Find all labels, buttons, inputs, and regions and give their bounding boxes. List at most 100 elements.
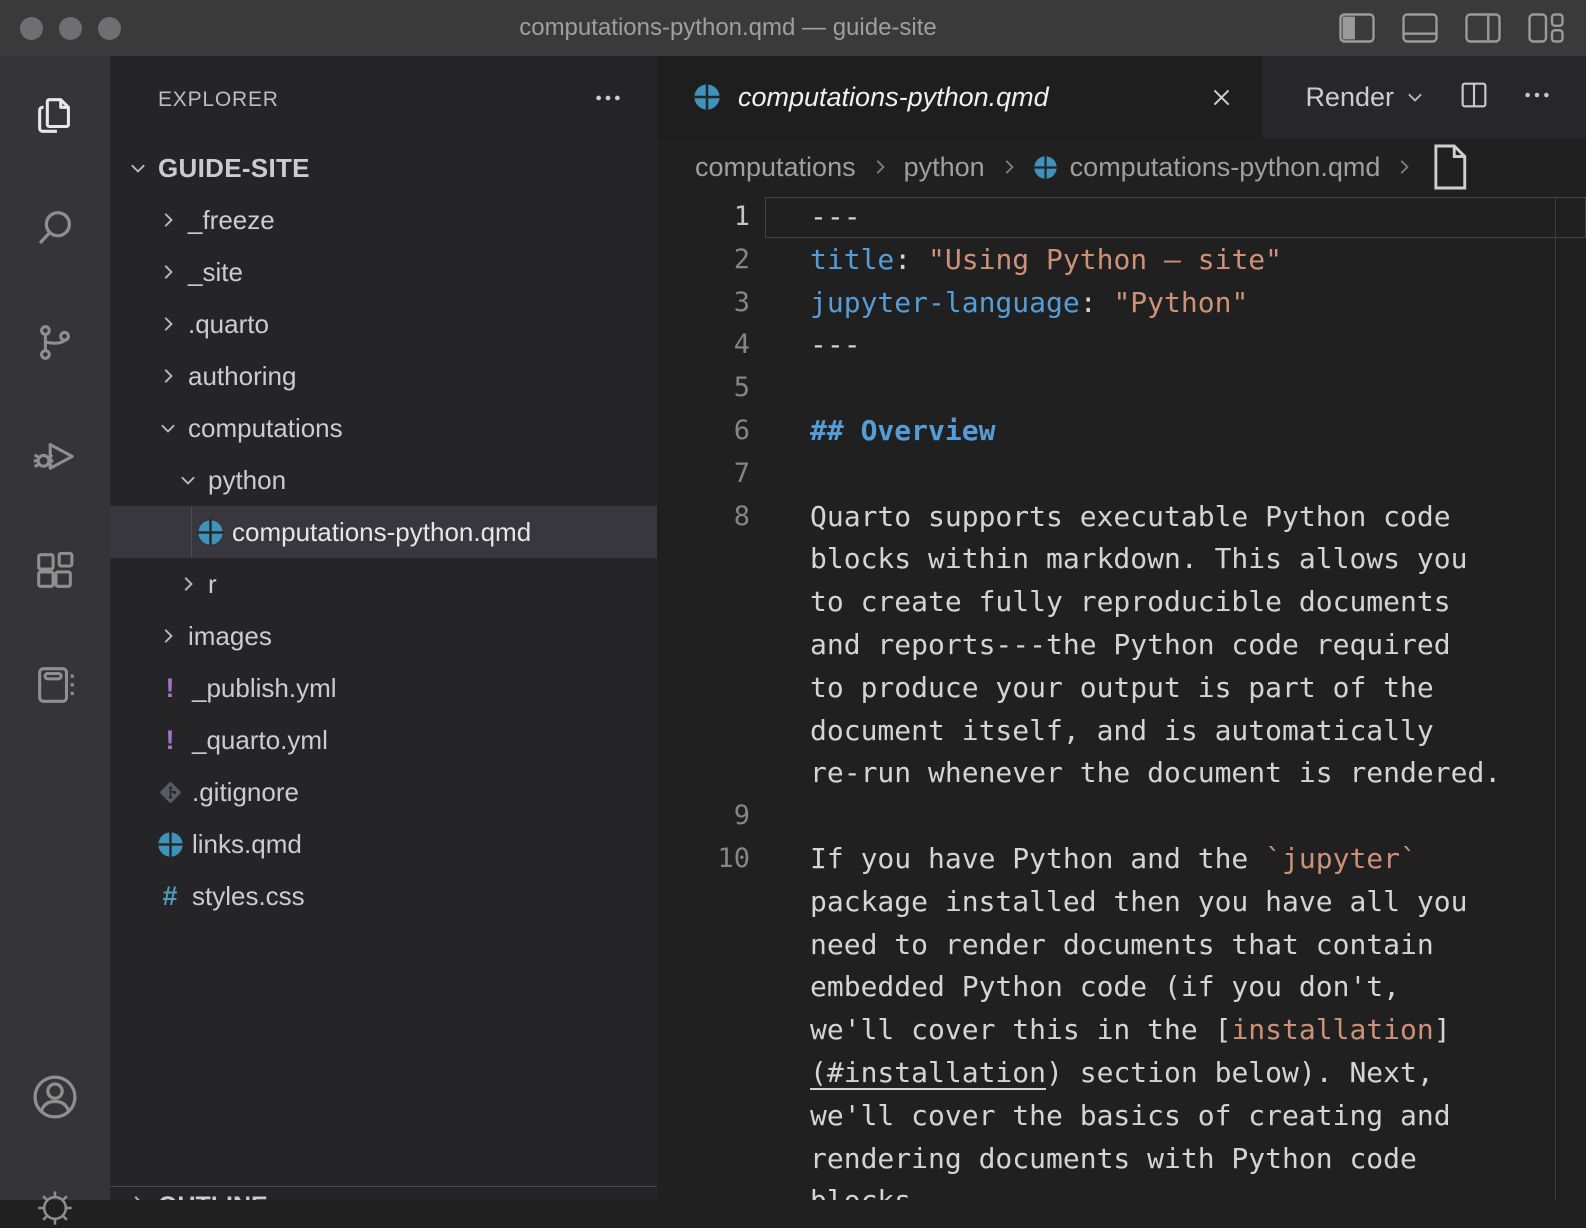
code-line-text: rendering documents with Python code <box>750 1142 1417 1175</box>
code-line[interactable]: (#installation) section below). Next, <box>657 1052 1586 1095</box>
breadcrumb-separator-icon <box>998 156 1020 178</box>
accounts-icon[interactable] <box>0 1071 110 1123</box>
code-line[interactable]: to produce your output is part of the <box>657 667 1586 710</box>
code-line[interactable]: to create fully reproducible documents <box>657 581 1586 624</box>
tree-item--quarto[interactable]: .quarto <box>110 298 657 350</box>
code-line[interactable]: 4--- <box>657 324 1586 367</box>
file-tree: GUIDE-SITE _freeze _site .quartoauthoring c… <box>110 142 657 922</box>
breadcrumb-separator-icon <box>869 156 891 178</box>
code-line[interactable]: document itself, and is automatically <box>657 710 1586 753</box>
yaml-file-icon: ! <box>148 673 192 704</box>
tree-item-label: computations <box>188 413 343 444</box>
tree-item-authoring[interactable]: authoring <box>110 350 657 402</box>
tab-computations-python[interactable]: computations-python.qmd <box>657 56 1262 138</box>
tree-item-computations[interactable]: computations <box>110 402 657 454</box>
tree-item--gitignore[interactable]: .gitignore <box>110 766 657 818</box>
explorer-icon[interactable] <box>0 58 110 172</box>
code-line-text: If you have Python and the `jupyter` <box>750 842 1417 875</box>
explorer-more-actions-icon[interactable] <box>593 83 623 118</box>
code-line-text: to create fully reproducible documents <box>750 585 1451 618</box>
run-and-debug-icon[interactable] <box>0 400 110 514</box>
toggle-secondary-sidebar-icon[interactable] <box>1465 12 1501 44</box>
settings-gear-icon[interactable] <box>0 1188 110 1228</box>
tree-item-label: _freeze <box>188 205 275 236</box>
window-title: computations-python.qmd — guide-site <box>200 0 1256 56</box>
code-line-text: re-run whenever the document is rendered… <box>750 756 1501 789</box>
toggle-panel-icon[interactable] <box>1402 12 1438 44</box>
code-line[interactable]: re-run whenever the document is rendered… <box>657 752 1586 795</box>
code-line-text: Quarto supports executable Python code <box>750 500 1451 533</box>
breadcrumb-item[interactable]: computations <box>695 152 856 183</box>
code-line[interactable]: 7 <box>657 453 1586 496</box>
code-line[interactable]: embedded Python code (if you don't, <box>657 966 1586 1009</box>
source-control-icon[interactable] <box>0 286 110 400</box>
code-line-text: (#installation) section below). Next, <box>750 1056 1434 1089</box>
code-line[interactable]: 2title: "Using Python — site" <box>657 239 1586 282</box>
tab-bar: computations-python.qmd Render <box>657 56 1586 138</box>
code-line[interactable]: 6## Overview <box>657 410 1586 453</box>
tree-item-label: _publish.yml <box>192 673 337 704</box>
close-window-button[interactable] <box>20 17 43 40</box>
extensions-icon[interactable] <box>0 514 110 628</box>
render-button[interactable]: Render <box>1305 82 1426 113</box>
code-line-text: --- <box>750 328 861 361</box>
code-line[interactable]: we'll cover this in the [installation] <box>657 1009 1586 1052</box>
zoom-window-button[interactable] <box>98 17 121 40</box>
chevron-right-icon <box>148 625 188 647</box>
code-line-text: we'll cover this in the [installation] <box>750 1013 1451 1046</box>
tree-item-images[interactable]: images <box>110 610 657 662</box>
breadcrumb-item[interactable]: computations-python.qmd <box>1033 152 1381 183</box>
code-line-text: --- <box>750 200 861 233</box>
tree-root-guide-site[interactable]: GUIDE-SITE <box>110 142 657 194</box>
code-line[interactable]: 9 <box>657 795 1586 838</box>
tree-item-r[interactable]: r <box>110 558 657 610</box>
explorer-sidebar: EXPLORER GUIDE-SITE _freeze_site.quartoa… <box>110 56 657 1200</box>
tree-item-computations-python-qmd[interactable]: computations-python.qmd <box>110 506 657 558</box>
tree-item-links-qmd[interactable]: links.qmd <box>110 818 657 870</box>
tree-item-python[interactable]: python <box>110 454 657 506</box>
code-line[interactable]: we'll cover the basics of creating and <box>657 1095 1586 1138</box>
code-line-text <box>750 371 810 404</box>
editor-more-actions-icon[interactable] <box>1522 80 1552 115</box>
code-line-text: embedded Python code (if you don't, <box>750 970 1400 1003</box>
chevron-right-icon <box>118 1192 158 1200</box>
code-line[interactable]: 5 <box>657 367 1586 410</box>
file-symbol-icon <box>1428 143 1470 191</box>
code-line[interactable]: blocks within markdown. This allows you <box>657 538 1586 581</box>
code-line-text: document itself, and is automatically <box>750 714 1434 747</box>
tree-item--freeze[interactable]: _freeze <box>110 194 657 246</box>
line-number: 4 <box>657 324 750 367</box>
tree-item-styles-css[interactable]: #styles.css <box>110 870 657 922</box>
breadcrumb-separator-icon <box>1393 156 1415 178</box>
breadcrumb-item[interactable]: python <box>904 152 985 183</box>
toggle-sidebar-icon[interactable] <box>1339 12 1375 44</box>
code-line-text: ## Overview <box>750 414 995 447</box>
code-line-text <box>750 799 810 832</box>
quarto-file-icon <box>188 519 232 546</box>
code-line[interactable]: 8Quarto supports executable Python code <box>657 496 1586 539</box>
tree-item--publish-yml[interactable]: !_publish.yml <box>110 662 657 714</box>
code-line[interactable]: package installed then you have all you <box>657 881 1586 924</box>
minimize-window-button[interactable] <box>59 17 82 40</box>
code-line[interactable]: 10If you have Python and the `jupyter` <box>657 838 1586 881</box>
code-line[interactable]: rendering documents with Python code <box>657 1138 1586 1181</box>
code-line[interactable]: and reports---the Python code required <box>657 624 1586 667</box>
code-line[interactable]: 1--- <box>657 196 1586 239</box>
search-icon[interactable] <box>0 172 110 286</box>
tree-item--site[interactable]: _site <box>110 246 657 298</box>
code-line[interactable]: blocks. <box>657 1180 1586 1200</box>
notebook-icon[interactable] <box>0 628 110 742</box>
close-tab-icon[interactable] <box>1209 85 1234 110</box>
line-number: 9 <box>657 795 750 838</box>
code-line[interactable]: need to render documents that contain <box>657 924 1586 967</box>
tree-item--quarto-yml[interactable]: !_quarto.yml <box>110 714 657 766</box>
quarto-file-icon <box>1033 155 1058 180</box>
outline-section-header[interactable]: OUTLINE <box>110 1186 657 1200</box>
split-editor-icon[interactable] <box>1458 79 1490 116</box>
chevron-down-icon <box>168 469 208 491</box>
code-line[interactable]: 3jupyter-language: "Python" <box>657 282 1586 325</box>
code-editor[interactable]: 1---2title: "Using Python — site"3jupyte… <box>657 196 1586 1200</box>
customize-layout-icon[interactable] <box>1528 12 1564 44</box>
code-line-text: to produce your output is part of the <box>750 671 1434 704</box>
tree-item-label: _site <box>188 257 243 288</box>
